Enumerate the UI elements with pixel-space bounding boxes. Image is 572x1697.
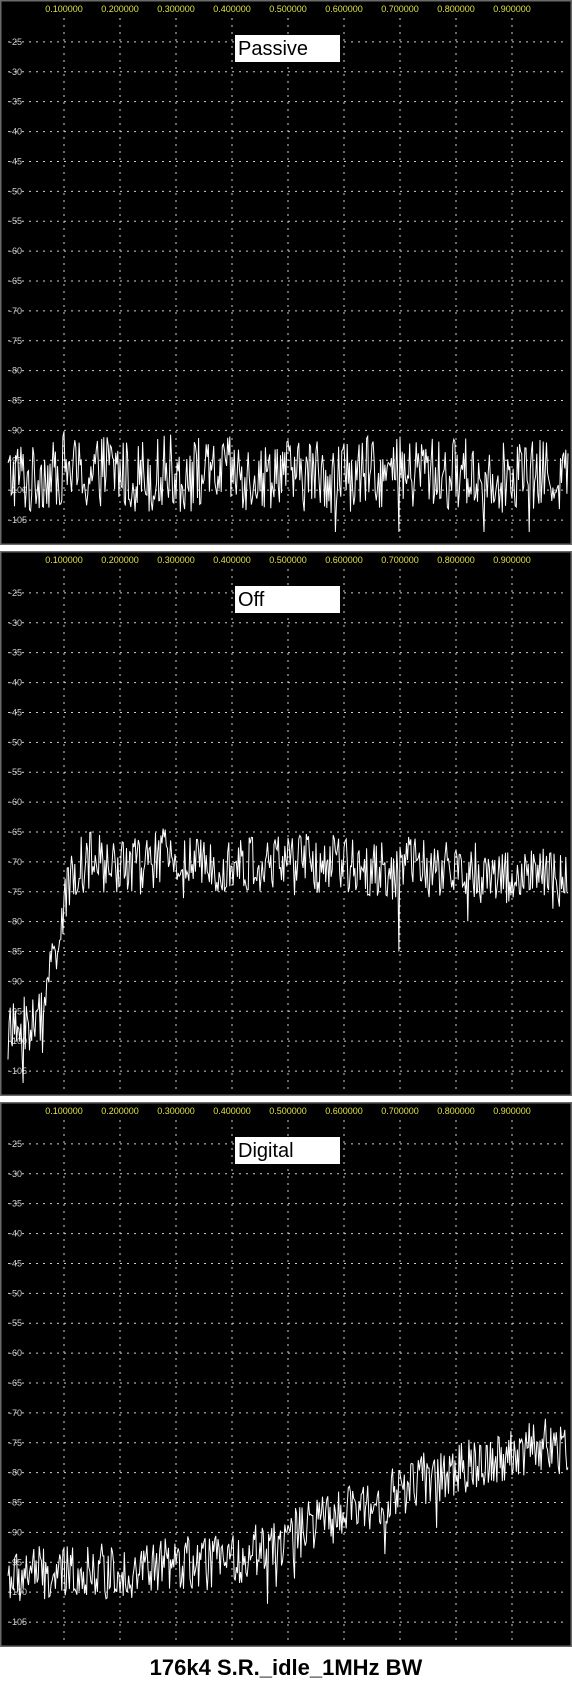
y-tick-label: -75	[9, 336, 22, 346]
y-tick-label: -65	[9, 1378, 22, 1388]
x-tick-label: 0.500000	[269, 4, 307, 14]
y-tick-label: -55	[9, 1318, 22, 1328]
y-tick-label: -60	[9, 797, 22, 807]
y-tick-label: -95	[9, 1557, 22, 1567]
y-tick-label: -40	[9, 127, 22, 137]
y-tick-label: -35	[9, 648, 22, 658]
y-tick-label: -50	[9, 737, 22, 747]
plot-area	[0, 1102, 572, 1647]
chart-label-off: Off	[238, 589, 265, 611]
y-tick-label: -25	[9, 37, 22, 47]
x-tick-label: 0.200000	[101, 1106, 139, 1116]
y-tick-label: -65	[9, 827, 22, 837]
x-tick-label: 0.600000	[325, 1106, 363, 1116]
y-tick-label: -40	[9, 678, 22, 688]
y-tick-label: -25	[9, 1139, 22, 1149]
x-tick-label: 0.200000	[101, 555, 139, 565]
x-tick-label: 0.300000	[157, 555, 195, 565]
y-tick-label: -50	[9, 186, 22, 196]
y-tick-label: -105	[9, 1617, 27, 1627]
y-tick-label: -90	[9, 1527, 22, 1537]
x-tick-label: 0.200000	[101, 4, 139, 14]
y-tick-label: -70	[9, 857, 22, 867]
y-tick-label: -60	[9, 1348, 22, 1358]
y-tick-label: -80	[9, 917, 22, 927]
y-tick-label: -70	[9, 306, 22, 316]
y-tick-label: -45	[9, 707, 22, 717]
y-tick-label: -30	[9, 1169, 22, 1179]
x-tick-label: 0.900000	[493, 555, 531, 565]
x-tick-label: 0.700000	[381, 555, 419, 565]
x-tick-label: 0.500000	[269, 1106, 307, 1116]
x-tick-label: 0.800000	[437, 555, 475, 565]
x-tick-label: 0.900000	[493, 4, 531, 14]
x-tick-label: 0.100000	[45, 555, 83, 565]
spectrum-svg-digital: 0.100000 0.200000 0.300000 0.400000 0.500000…	[0, 1102, 572, 1647]
x-tick-label: 0.700000	[381, 4, 419, 14]
chart-label-digital: Digital	[238, 1140, 294, 1162]
x-tick-label: 0.400000	[213, 1106, 251, 1116]
spectrum-svg-passive: 0.100000 0.200000 0.300000 0.400000 0.500000…	[0, 0, 572, 545]
chart-label-passive: Passive	[238, 38, 308, 60]
y-tick-label: -80	[9, 1468, 22, 1478]
x-tick-label: 0.600000	[325, 4, 363, 14]
x-tick-label: 0.300000	[157, 4, 195, 14]
x-tick-label: 0.400000	[213, 555, 251, 565]
y-tick-label: -85	[9, 396, 22, 406]
spectrum-svg-off: 0.100000 0.200000 0.300000 0.400000 0.500000…	[0, 551, 572, 1096]
x-tick-label: 0.700000	[381, 1106, 419, 1116]
y-tick-label: -35	[9, 1199, 22, 1209]
y-tick-label: -105	[9, 1066, 27, 1076]
y-tick-label: -75	[9, 1438, 22, 1448]
y-tick-label: -40	[9, 1229, 22, 1239]
figure-caption: 176k4 S.R._idle_1MHz BW	[149, 1655, 423, 1680]
x-tick-label: 0.600000	[325, 555, 363, 565]
x-tick-label: 0.800000	[437, 4, 475, 14]
y-tick-label: -50	[9, 1288, 22, 1298]
y-tick-label: -35	[9, 97, 22, 107]
x-tick-label: 0.800000	[437, 1106, 475, 1116]
y-tick-label: -70	[9, 1408, 22, 1418]
y-tick-label: -90	[9, 425, 22, 435]
x-tick-label: 0.400000	[213, 4, 251, 14]
spectrum-chart-off: 0.100000 0.200000 0.300000 0.400000 0.500000…	[0, 551, 572, 1096]
x-tick-label: 0.900000	[493, 1106, 531, 1116]
y-tick-label: -85	[9, 1498, 22, 1508]
x-tick-label: 0.300000	[157, 1106, 195, 1116]
x-tick-label: 0.100000	[45, 1106, 83, 1116]
x-tick-label: 0.500000	[269, 555, 307, 565]
y-tick-label: -75	[9, 887, 22, 897]
spectrum-chart-digital: 0.100000 0.200000 0.300000 0.400000 0.500000…	[0, 1102, 572, 1647]
y-tick-label: -45	[9, 156, 22, 166]
y-tick-label: -90	[9, 976, 22, 986]
y-tick-label: -105	[9, 515, 27, 525]
y-tick-label: -45	[9, 1258, 22, 1268]
y-tick-label: -30	[9, 67, 22, 77]
y-tick-label: -65	[9, 276, 22, 286]
y-tick-label: -55	[9, 216, 22, 226]
y-tick-label: -55	[9, 767, 22, 777]
y-tick-label: -85	[9, 947, 22, 957]
spectrum-chart-passive: 0.100000 0.200000 0.300000 0.400000 0.500000…	[0, 0, 572, 545]
y-tick-label: -25	[9, 588, 22, 598]
y-tick-label: -30	[9, 618, 22, 628]
y-tick-label: -60	[9, 246, 22, 256]
x-tick-label: 0.100000	[45, 4, 83, 14]
plot-area	[0, 551, 572, 1096]
y-tick-label: -80	[9, 366, 22, 376]
